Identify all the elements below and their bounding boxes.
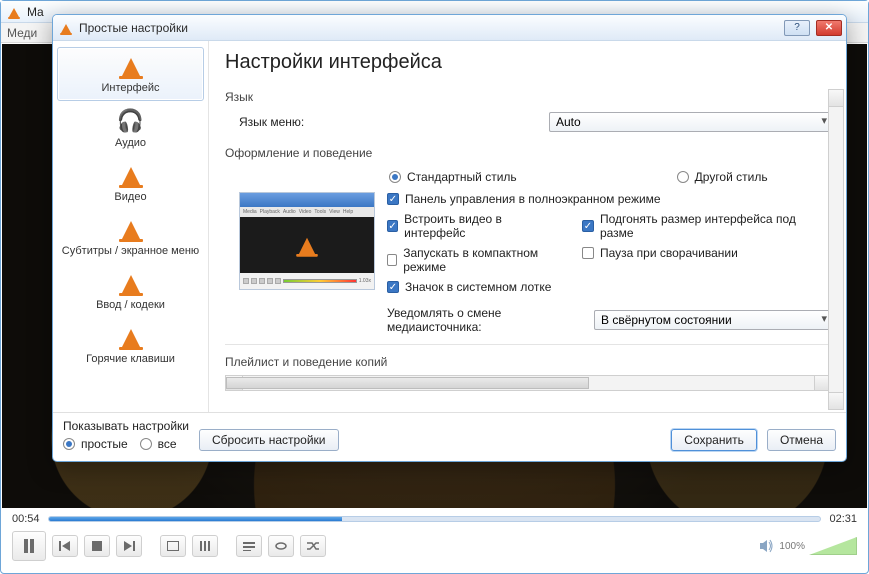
menu-item-media[interactable]: Меди bbox=[7, 26, 37, 40]
sidebar-item-hotkeys[interactable]: Горячие клавиши bbox=[57, 319, 204, 371]
help-button[interactable]: ? bbox=[784, 20, 810, 36]
cancel-button[interactable]: Отмена bbox=[767, 429, 836, 451]
sidebar-item-label: Аудио bbox=[115, 137, 146, 149]
cone-icon bbox=[116, 216, 146, 242]
preview-menubar: MediaPlaybackAudioVideoToolsViewHelp bbox=[240, 207, 374, 217]
vlc-cone-icon bbox=[7, 5, 21, 19]
show-settings-label: Показывать настройки bbox=[63, 419, 189, 433]
check-resize-interface[interactable]: Подгонять размер интерфейса под разме bbox=[582, 212, 832, 240]
sidebar-item-label: Горячие клавиши bbox=[86, 353, 175, 365]
loop-button[interactable] bbox=[268, 535, 294, 557]
settings-pane: Настройки интерфейса Язык Язык меню: Aut… bbox=[209, 41, 846, 412]
sidebar-item-label: Субтитры / экранное меню bbox=[62, 245, 199, 257]
headphones-icon: 🎧 bbox=[114, 107, 148, 135]
radio-other-style[interactable]: Другой стиль bbox=[677, 170, 768, 184]
check-fullscreen-panel[interactable]: Панель управления в полноэкранном режиме bbox=[387, 192, 832, 206]
check-compact-mode[interactable]: Запускать в компактном режиме bbox=[387, 246, 552, 274]
preferences-dialog: Простые настройки ? ✕ Интерфейс 🎧 Аудио … bbox=[52, 14, 847, 462]
playlist-button[interactable] bbox=[236, 535, 262, 557]
next-button[interactable] bbox=[116, 535, 142, 557]
cone-icon bbox=[116, 162, 146, 188]
cone-icon bbox=[116, 53, 146, 79]
page-title: Настройки интерфейса bbox=[225, 51, 832, 74]
extended-settings-button[interactable] bbox=[192, 535, 218, 557]
main-window-title: Ma bbox=[27, 5, 44, 19]
radio-indicator bbox=[389, 171, 401, 183]
reset-button[interactable]: Сбросить настройки bbox=[199, 429, 338, 451]
save-button[interactable]: Сохранить bbox=[671, 429, 757, 451]
sidebar-item-subtitles[interactable]: Субтитры / экранное меню bbox=[57, 211, 204, 263]
sidebar-item-video[interactable]: Видео bbox=[57, 157, 204, 209]
notify-select[interactable]: В свёрнутом состоянии bbox=[594, 310, 832, 330]
category-sidebar: Интерфейс 🎧 Аудио Видео Субтитры / экран… bbox=[53, 41, 209, 412]
horizontal-scrollbar[interactable] bbox=[225, 375, 832, 391]
radio-label: Стандартный стиль bbox=[407, 170, 517, 184]
volume-percent: 100% bbox=[779, 541, 805, 552]
fullscreen-button[interactable] bbox=[160, 535, 186, 557]
sidebar-item-label: Ввод / кодеки bbox=[96, 299, 165, 311]
section-language: Язык bbox=[225, 90, 832, 104]
preview-title bbox=[240, 193, 374, 207]
sidebar-item-codecs[interactable]: Ввод / кодеки bbox=[57, 265, 204, 317]
notify-label: Уведомлять о смене медиаисточника: bbox=[387, 306, 584, 334]
time-total: 02:31 bbox=[829, 513, 857, 525]
cone-icon bbox=[116, 270, 146, 296]
style-preview: MediaPlaybackAudioVideoToolsViewHelp 1.0… bbox=[239, 192, 375, 290]
check-systray-icon[interactable]: Значок в системном лотке bbox=[387, 280, 552, 294]
language-value: Auto bbox=[556, 115, 581, 129]
volume-slider[interactable] bbox=[809, 537, 857, 555]
language-select[interactable]: Auto bbox=[549, 112, 832, 132]
radio-all[interactable]: все bbox=[140, 437, 177, 451]
radio-standard-style[interactable]: Стандартный стиль bbox=[389, 170, 517, 184]
radio-simple[interactable]: простые bbox=[63, 437, 128, 451]
vlc-cone-icon bbox=[59, 21, 73, 35]
close-button[interactable]: ✕ bbox=[816, 20, 842, 36]
stop-button[interactable] bbox=[84, 535, 110, 557]
dialog-footer: Показывать настройки простые все Сбросит… bbox=[53, 412, 846, 461]
dialog-title: Простые настройки bbox=[79, 21, 778, 35]
cone-icon bbox=[116, 324, 146, 350]
time-elapsed: 00:54 bbox=[12, 513, 40, 525]
sidebar-item-audio[interactable]: 🎧 Аудио bbox=[57, 103, 204, 155]
cone-icon bbox=[294, 233, 321, 256]
speaker-icon[interactable] bbox=[759, 539, 775, 553]
pause-button[interactable] bbox=[12, 531, 46, 561]
vertical-scrollbar[interactable] bbox=[828, 89, 844, 410]
prev-button[interactable] bbox=[52, 535, 78, 557]
notify-value: В свёрнутом состоянии bbox=[601, 313, 732, 327]
show-settings-group: Показывать настройки простые все bbox=[63, 419, 189, 451]
check-embed-video[interactable]: Встроить видео в интерфейс bbox=[387, 212, 552, 240]
player-controls: 00:54 02:31 100% bbox=[2, 509, 867, 572]
section-playlist: Плейлист и поведение копий bbox=[225, 355, 832, 369]
shuffle-button[interactable] bbox=[300, 535, 326, 557]
check-pause-on-minimize[interactable]: Пауза при сворачивании bbox=[582, 246, 832, 260]
section-look: Оформление и поведение bbox=[225, 146, 832, 160]
radio-indicator bbox=[677, 171, 689, 183]
sidebar-item-label: Видео bbox=[114, 191, 146, 203]
sidebar-item-label: Интерфейс bbox=[102, 82, 160, 94]
language-label: Язык меню: bbox=[239, 115, 539, 129]
dialog-title-bar[interactable]: Простые настройки ? ✕ bbox=[53, 15, 846, 41]
sidebar-item-interface[interactable]: Интерфейс bbox=[57, 47, 204, 101]
seek-slider[interactable] bbox=[48, 516, 822, 522]
radio-label: Другой стиль bbox=[695, 170, 768, 184]
